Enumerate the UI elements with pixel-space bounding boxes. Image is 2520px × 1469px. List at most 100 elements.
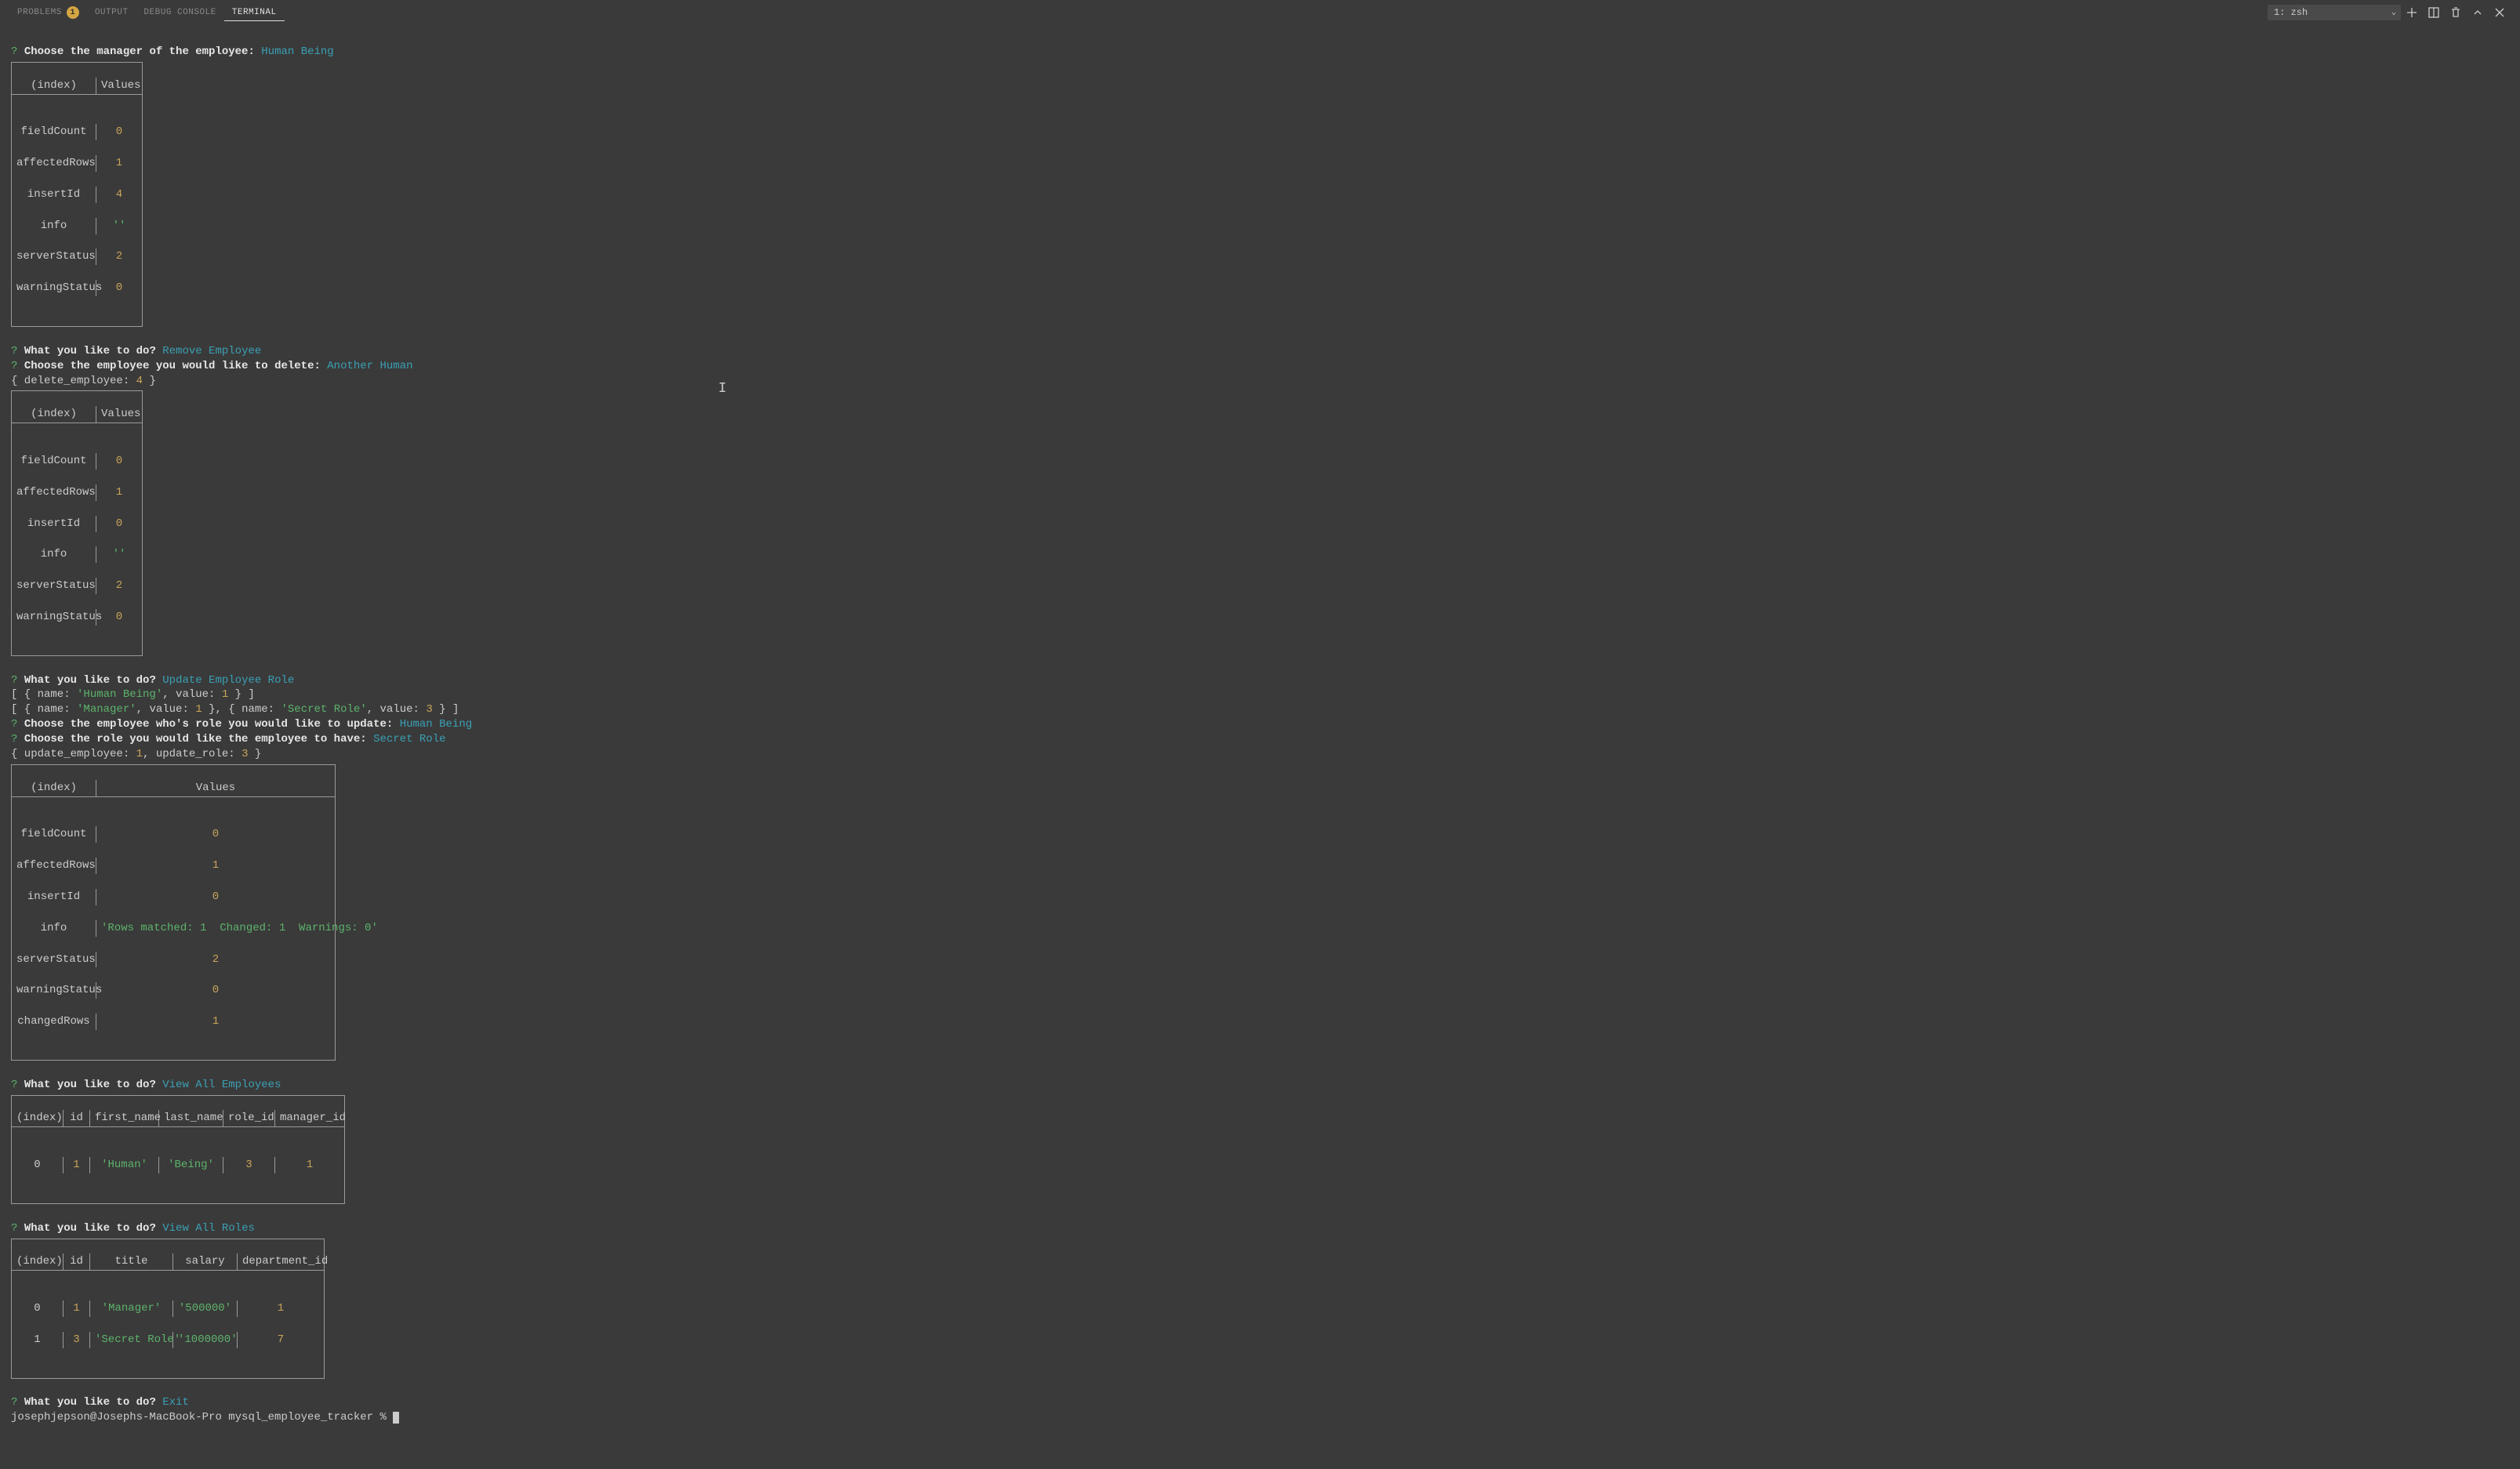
prompt-choose-role: Choose the role you would like the emplo… xyxy=(24,733,367,745)
td: 7 xyxy=(238,1332,324,1348)
terminal-output[interactable]: ? Choose the manager of the employee: Hu… xyxy=(0,25,2520,1430)
new-terminal-button[interactable] xyxy=(2401,3,2423,22)
arr-text: [ { name: xyxy=(11,703,77,716)
td: affectedRows xyxy=(12,484,96,501)
td: 1 xyxy=(96,858,335,874)
result-table-3: (index)Values fieldCount0 affectedRows1 … xyxy=(11,764,336,1061)
td: 'Human' xyxy=(90,1157,159,1173)
arr-str: 'Human Being' xyxy=(77,688,162,701)
tab-output[interactable]: OUTPUT xyxy=(87,5,136,20)
obj-val: 4 xyxy=(136,375,143,387)
answer-update-role: Update Employee Role xyxy=(162,674,294,687)
arr-text: , value: xyxy=(162,688,222,701)
td: serverStatus xyxy=(12,952,96,968)
td: 2 xyxy=(96,578,142,594)
th-values: Values xyxy=(96,406,142,423)
th: last_name xyxy=(159,1110,223,1126)
th: (index) xyxy=(12,1253,64,1270)
th: first_name xyxy=(90,1110,159,1126)
td: '1000000' xyxy=(173,1332,238,1348)
answer-another-human: Another Human xyxy=(327,360,412,372)
th: (index) xyxy=(12,1110,64,1126)
tab-problems[interactable]: PROBLEMS 1 xyxy=(9,3,87,22)
th-index: (index) xyxy=(12,406,96,423)
obj-text: } xyxy=(143,375,156,387)
td: 1 xyxy=(238,1300,324,1317)
td: 3 xyxy=(223,1157,275,1173)
td: info xyxy=(12,546,96,563)
employees-table: (index) id first_name last_name role_id … xyxy=(11,1095,345,1204)
answer-human-being-2: Human Being xyxy=(400,718,472,731)
th: title xyxy=(90,1253,173,1270)
obj-num: 1 xyxy=(136,748,143,760)
obj-text: { delete_employee: xyxy=(11,375,136,387)
plus-icon xyxy=(2406,6,2418,19)
td: 1 xyxy=(96,484,142,501)
td: 0 xyxy=(96,453,142,470)
terminal-select-label: 1: zsh xyxy=(2268,5,2401,20)
th: id xyxy=(64,1110,90,1126)
obj-text: , update_role: xyxy=(143,748,241,760)
td: 0 xyxy=(96,124,142,140)
kill-terminal-button[interactable] xyxy=(2445,3,2467,22)
split-panel-icon xyxy=(2427,6,2440,19)
td: 2 xyxy=(96,248,142,265)
td: insertId xyxy=(12,516,96,532)
arr-num: 1 xyxy=(222,688,228,701)
obj-text: } xyxy=(248,748,261,760)
td: 'Secret Role' xyxy=(90,1332,173,1348)
td: 1 xyxy=(96,1014,335,1030)
prompt-choose-manager: Choose the manager of the employee: xyxy=(24,45,255,58)
arr-text: } ] xyxy=(228,688,255,701)
terminal-cursor xyxy=(393,1412,399,1424)
prompt-what-do-4: What you like to do? xyxy=(24,674,156,687)
split-terminal-button[interactable] xyxy=(2423,3,2445,22)
arr-str: 'Secret Role' xyxy=(281,703,367,716)
trash-icon xyxy=(2449,6,2462,19)
answer-secret-role: Secret Role xyxy=(373,733,445,745)
arr-num: 1 xyxy=(195,703,202,716)
td: 0 xyxy=(96,280,142,296)
maximize-panel-button[interactable] xyxy=(2467,3,2489,22)
close-panel-button[interactable] xyxy=(2489,3,2511,22)
td: fieldCount xyxy=(12,124,96,140)
td: 2 xyxy=(96,952,335,968)
prompt-what-do-2: What you like to do? xyxy=(24,345,156,357)
prompt-choose-update-emp: Choose the employee who's role you would… xyxy=(24,718,393,731)
obj-text: { update_employee: xyxy=(11,748,136,760)
td: 3 xyxy=(64,1332,90,1348)
td: 0 xyxy=(12,1300,64,1317)
arr-num: 3 xyxy=(426,703,432,716)
td: info xyxy=(12,920,96,937)
td: serverStatus xyxy=(12,248,96,265)
arr-str: 'Manager' xyxy=(77,703,136,716)
arr-text: , value: xyxy=(136,703,196,716)
terminal-selector[interactable]: 1: zsh ⌄ xyxy=(2268,5,2401,20)
td: warningStatus xyxy=(12,609,96,626)
tab-debug-console[interactable]: DEBUG CONSOLE xyxy=(136,5,223,20)
td: 'Being' xyxy=(159,1157,223,1173)
td: 1 xyxy=(96,155,142,172)
problems-badge: 1 xyxy=(67,6,79,19)
td: 0 xyxy=(96,982,335,999)
answer-remove-employee: Remove Employee xyxy=(162,345,261,357)
th-values: Values xyxy=(96,780,335,796)
th-values: Values xyxy=(96,78,142,94)
td: changedRows xyxy=(12,1014,96,1030)
chevron-up-icon xyxy=(2471,6,2484,19)
td: insertId xyxy=(12,187,96,203)
prompt-choose-delete: Choose the employee you would like to de… xyxy=(24,360,321,372)
tab-terminal[interactable]: TERMINAL xyxy=(224,5,285,21)
th: manager_id xyxy=(275,1110,344,1126)
shell-prompt: josephjepson@Josephs-MacBook-Pro mysql_e… xyxy=(11,1411,393,1424)
td: 'Rows matched: 1 Changed: 1 Warnings: 0' xyxy=(96,920,335,937)
td: '' xyxy=(96,218,142,234)
td: info xyxy=(12,218,96,234)
result-table-1: (index)Values fieldCount0 affectedRows1 … xyxy=(11,62,143,327)
td: warningStatus xyxy=(12,280,96,296)
td: affectedRows xyxy=(12,858,96,874)
th-index: (index) xyxy=(12,780,96,796)
th: role_id xyxy=(223,1110,275,1126)
roles-table: (index) id title salary department_id 0 … xyxy=(11,1239,325,1379)
td: fieldCount xyxy=(12,453,96,470)
